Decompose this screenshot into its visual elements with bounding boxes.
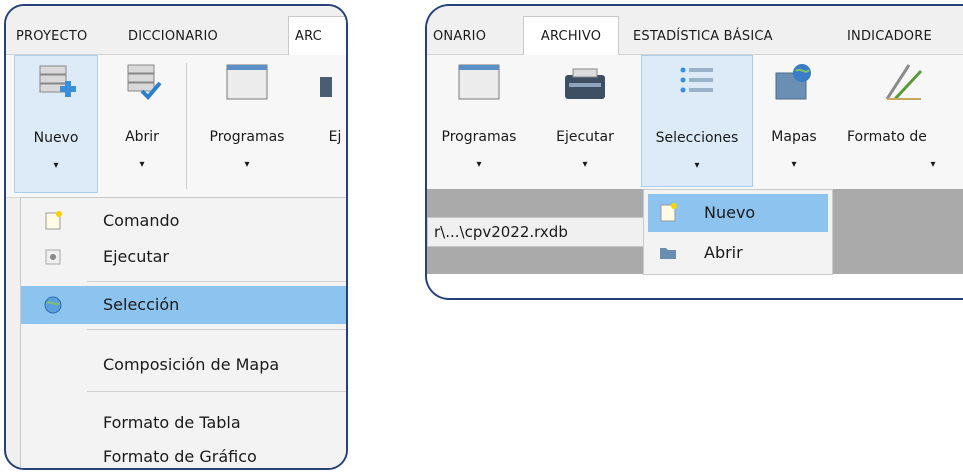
chevron-down-icon: ▾ — [476, 159, 482, 170]
menu-item-label: Comando — [103, 211, 180, 230]
chevron-down-icon: ▾ — [930, 159, 936, 170]
database-add-icon — [39, 65, 76, 97]
programas-label: Programas — [441, 129, 517, 145]
chevron-down-icon: ▾ — [139, 159, 145, 170]
menu-divider — [87, 391, 346, 392]
abrir-label: Abrir — [125, 129, 159, 145]
chevron-down-icon: ▾ — [791, 159, 797, 170]
chevron-down-icon: ▾ — [53, 160, 59, 171]
window-icon — [226, 64, 268, 100]
tab-archivo[interactable]: ARCHIVO — [523, 16, 619, 55]
menu-item-composicion-mapa[interactable]: Composición de Mapa — [21, 346, 346, 384]
ribbon-tabbar: ONARIO ARCHIVO ESTADÍSTICA BÁSICA INDICA… — [427, 6, 963, 55]
menu-item-label: Formato de Gráfico — [103, 447, 257, 466]
tab-indicadores[interactable]: INDICADORE — [847, 20, 932, 54]
menu-item-label: Selección — [103, 295, 180, 314]
mapas-button[interactable]: Mapas ▾ — [757, 55, 831, 187]
menu-item-abrir[interactable]: Abrir — [644, 234, 832, 272]
selecciones-label: Selecciones — [655, 130, 739, 146]
tab-diccionario[interactable]: ONARIO — [433, 20, 486, 54]
window-icon — [458, 64, 500, 100]
execute-icon — [45, 249, 61, 265]
programas-button[interactable]: Programas ▾ — [192, 55, 302, 193]
ribbon-toolbar: Programas ▾ Ejecutar ▾ Selecciones ▾ Map… — [427, 55, 963, 190]
menu-item-label: Ejecutar — [103, 247, 169, 266]
right-screenshot-panel: ONARIO ARCHIVO ESTADÍSTICA BÁSICA INDICA… — [425, 4, 963, 300]
chevron-down-icon: ▾ — [694, 160, 700, 171]
ejecutar-label: Ejecutar — [556, 129, 614, 145]
menu-divider — [87, 329, 346, 330]
programas-button[interactable]: Programas ▾ — [427, 55, 531, 187]
menu-item-label: Composición de Mapa — [103, 355, 280, 374]
globe-icon — [44, 296, 62, 314]
map-folder-icon — [775, 64, 811, 100]
selecciones-button[interactable]: Selecciones ▾ — [641, 55, 753, 187]
ejecutar-label: Ej — [328, 129, 342, 145]
menu-item-seleccion[interactable]: Selección — [21, 286, 346, 324]
chevron-down-icon: ▾ — [582, 159, 588, 170]
nuevo-label: Nuevo — [33, 130, 79, 146]
list-icon — [680, 67, 713, 93]
file-path-field: r\...\cpv2022.rxdb — [427, 217, 647, 247]
menu-item-ejecutar[interactable]: Ejecutar — [21, 238, 346, 276]
printer-icon — [565, 68, 605, 99]
menu-item-comando[interactable]: Comando — [21, 202, 346, 240]
ejecutar-button[interactable]: Ejecutar ▾ — [537, 55, 633, 187]
ribbon-tabbar: PROYECTO DICCIONARIO ARC — [6, 6, 346, 55]
formato-label: Formato de — [847, 129, 927, 145]
database-check-icon — [127, 64, 162, 100]
ribbon-divider — [186, 63, 187, 189]
left-screenshot-panel: PROYECTO DICCIONARIO ARC Nuevo ▾ Abrir ▾… — [4, 4, 348, 470]
workspace-blank — [427, 274, 963, 298]
tab-archivo[interactable]: ARC — [288, 16, 346, 55]
menu-item-formato-grafico[interactable]: Formato de Gráfico — [21, 438, 346, 468]
menu-item-label: Nuevo — [704, 203, 756, 222]
selecciones-dropdown-menu: Nuevo Abrir — [643, 189, 833, 275]
run-icon — [320, 77, 332, 97]
menu-item-formato-tabla[interactable]: Formato de Tabla — [21, 404, 346, 442]
nuevo-dropdown-menu: Comando Ejecutar Selección Composición d… — [20, 197, 346, 468]
chevron-down-icon: ▾ — [244, 159, 250, 170]
note-icon — [660, 203, 677, 222]
drafting-icon — [885, 64, 923, 101]
tab-proyecto[interactable]: PROYECTO — [16, 20, 87, 54]
formato-button[interactable]: Formato de ▾ — [839, 55, 963, 187]
ejecutar-button-partial[interactable]: Ej — [306, 55, 346, 193]
mapas-label: Mapas — [771, 129, 817, 145]
tab-estadistica-basica[interactable]: ESTADÍSTICA BÁSICA — [633, 20, 773, 54]
programas-label: Programas — [209, 129, 285, 145]
ribbon-toolbar: Nuevo ▾ Abrir ▾ Programas ▾ Ej — [6, 55, 346, 198]
menu-divider — [87, 281, 346, 282]
menu-item-nuevo[interactable]: Nuevo — [648, 194, 828, 232]
folder-icon — [660, 248, 676, 259]
tab-diccionario[interactable]: DICCIONARIO — [128, 20, 218, 54]
menu-item-label: Abrir — [704, 243, 743, 262]
abrir-button[interactable]: Abrir ▾ — [102, 55, 182, 193]
note-icon — [45, 211, 62, 230]
menu-item-label: Formato de Tabla — [103, 413, 241, 432]
nuevo-button[interactable]: Nuevo ▾ — [14, 55, 98, 193]
